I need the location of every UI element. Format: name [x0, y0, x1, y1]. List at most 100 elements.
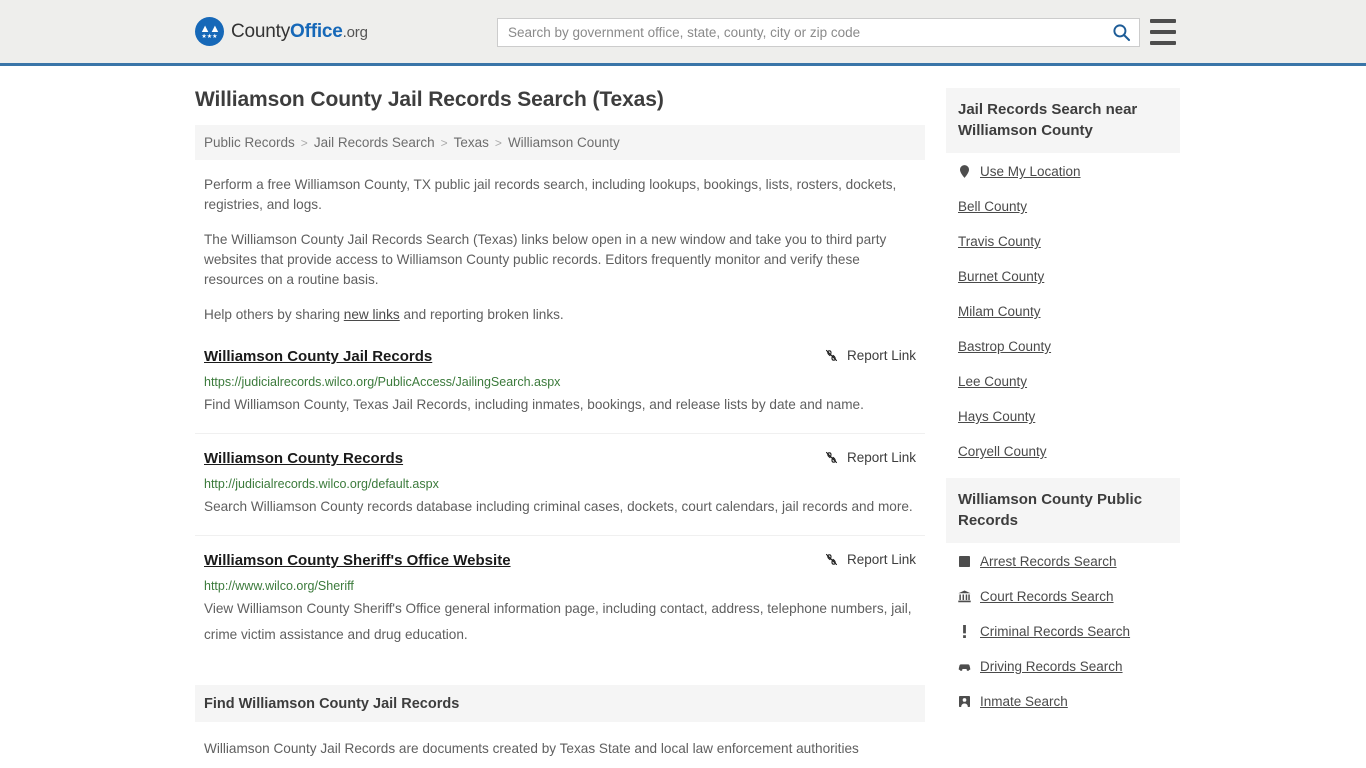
intro-paragraph-1: Perform a free Williamson County, TX pub…	[204, 177, 897, 212]
sidebar-link-label[interactable]: Criminal Records Search	[980, 623, 1130, 640]
intro-paragraph-2: The Williamson County Jail Records Searc…	[204, 232, 887, 287]
sidebar-panel-title: Jail Records Search near Williamson Coun…	[958, 101, 1138, 139]
result-description: View Williamson County Sheriff's Office …	[204, 601, 912, 642]
sidebar-panel-list: Arrest Records Search Court Records Sear…	[946, 543, 1180, 710]
sidebar-item-court-records-search[interactable]: Court Records Search	[958, 588, 1180, 605]
breadcrumb-item-jail-records-search[interactable]: Jail Records Search	[314, 135, 435, 150]
result-item: Williamson County Jail Records Report Li…	[195, 347, 925, 434]
broken-link-icon	[825, 451, 837, 464]
breadcrumb: Public Records > Jail Records Search > T…	[195, 125, 925, 160]
sidebar-link-label[interactable]: Bastrop County	[958, 338, 1051, 355]
car-icon	[958, 662, 971, 672]
sidebar-item-criminal-records-search[interactable]: Criminal Records Search	[958, 623, 1180, 640]
eagle-seal-icon: ▲▲ ★★★	[195, 17, 224, 46]
result-title-link[interactable]: Williamson County Records	[204, 449, 403, 469]
breadcrumb-separator-icon: >	[440, 135, 448, 150]
breadcrumb-item-public-records[interactable]: Public Records	[204, 135, 295, 150]
hamburger-menu-button[interactable]	[1150, 19, 1176, 45]
sidebar-panel-header: Williamson County Public Records	[946, 478, 1180, 543]
result-header: Williamson County Jail Records Report Li…	[204, 347, 916, 367]
find-records-body: Williamson County Jail Records are docum…	[204, 741, 859, 756]
hamburger-bar-icon	[1150, 41, 1176, 45]
exclamation-icon	[958, 625, 971, 638]
new-links-link[interactable]: new links	[344, 307, 400, 322]
results-list: Williamson County Jail Records Report Li…	[195, 347, 925, 663]
brand-part-county: County	[231, 20, 291, 42]
sidebar-item-coryell-county[interactable]: Coryell County	[958, 443, 1180, 460]
result-item: Williamson County Sheriff's Office Websi…	[195, 551, 925, 663]
sidebar-link-label[interactable]: Milam County	[958, 303, 1041, 320]
sidebar-link-label[interactable]: Travis County	[958, 233, 1041, 250]
search-button[interactable]	[1103, 19, 1139, 46]
page-container: Williamson County Jail Records Search (T…	[0, 66, 1366, 759]
report-link-label: Report Link	[846, 450, 916, 465]
result-url[interactable]: http://www.wilco.org/Sheriff	[204, 578, 916, 594]
search-icon	[1112, 24, 1130, 42]
broken-link-icon	[825, 553, 837, 566]
sidebar-link-label[interactable]: Bell County	[958, 198, 1027, 215]
result-title-link[interactable]: Williamson County Jail Records	[204, 347, 432, 367]
sidebar-item-bastrop-county[interactable]: Bastrop County	[958, 338, 1180, 355]
map-pin-icon	[958, 165, 971, 178]
sidebar-link-label[interactable]: Burnet County	[958, 268, 1044, 285]
sidebar-panel-public-records: Williamson County Public Records Arrest …	[946, 478, 1180, 710]
sidebar-item-lee-county[interactable]: Lee County	[958, 373, 1180, 390]
courthouse-icon	[958, 590, 971, 603]
result-description: Search Williamson County records databas…	[204, 499, 913, 514]
result-header: Williamson County Records Report Link	[204, 449, 916, 469]
page-title: Williamson County Jail Records Search (T…	[195, 88, 664, 111]
sidebar-link-label[interactable]: Inmate Search	[980, 693, 1068, 710]
result-url[interactable]: http://judicialrecords.wilco.org/default…	[204, 476, 916, 492]
sidebar-link-label[interactable]: Coryell County	[958, 443, 1047, 460]
sidebar-link-label[interactable]: Hays County	[958, 408, 1035, 425]
breadcrumb-item-texas[interactable]: Texas	[454, 135, 489, 150]
sidebar-item-use-my-location[interactable]: Use My Location	[958, 163, 1180, 180]
sidebar-link-label[interactable]: Arrest Records Search	[980, 553, 1117, 570]
report-link-button[interactable]: Report Link	[824, 552, 916, 567]
breadcrumb-item-williamson-county: Williamson County	[507, 135, 620, 150]
hamburger-bar-icon	[1150, 30, 1176, 34]
report-link-button[interactable]: Report Link	[824, 450, 916, 465]
sidebar-panel-title: Williamson County Public Records	[958, 491, 1143, 529]
sidebar-item-bell-county[interactable]: Bell County	[958, 198, 1180, 215]
sidebar-panel-header: Jail Records Search near Williamson Coun…	[946, 88, 1180, 153]
result-description: Find Williamson County, Texas Jail Recor…	[204, 397, 864, 412]
sidebar-item-hays-county[interactable]: Hays County	[958, 408, 1180, 425]
inmate-icon	[958, 696, 971, 707]
result-url[interactable]: https://judicialrecords.wilco.org/Public…	[204, 374, 916, 390]
sidebar-item-inmate-search[interactable]: Inmate Search	[958, 693, 1180, 710]
sidebar-item-driving-records-search[interactable]: Driving Records Search	[958, 658, 1180, 675]
result-header: Williamson County Sheriff's Office Websi…	[204, 551, 916, 571]
hamburger-bar-icon	[1150, 19, 1176, 23]
report-link-label: Report Link	[846, 348, 916, 363]
sidebar: Jail Records Search near Williamson Coun…	[946, 66, 1180, 728]
brand-wordmark: CountyOffice.org	[231, 21, 368, 43]
sidebar-panel-nearby-counties: Jail Records Search near Williamson Coun…	[946, 88, 1180, 460]
sidebar-link-label[interactable]: Use My Location	[980, 163, 1081, 180]
find-records-section-header: Find Williamson County Jail Records	[195, 685, 925, 722]
share-links-paragraph: Help others by sharing new links and rep…	[195, 305, 925, 325]
sidebar-item-milam-county[interactable]: Milam County	[958, 303, 1180, 320]
share-prefix-text: Help others by sharing	[204, 307, 344, 322]
report-link-label: Report Link	[846, 552, 916, 567]
square-icon	[958, 556, 971, 567]
site-logo[interactable]: ▲▲ ★★★ CountyOffice.org	[195, 17, 368, 46]
result-title-link[interactable]: Williamson County Sheriff's Office Websi…	[204, 551, 511, 571]
breadcrumb-separator-icon: >	[300, 135, 308, 150]
report-link-button[interactable]: Report Link	[824, 348, 916, 363]
find-records-heading: Find Williamson County Jail Records	[204, 695, 460, 712]
sidebar-link-label[interactable]: Lee County	[958, 373, 1027, 390]
search-input[interactable]	[498, 19, 1103, 46]
main-column: Williamson County Jail Records Search (T…	[195, 66, 925, 759]
sidebar-link-label[interactable]: Court Records Search	[980, 588, 1114, 605]
breadcrumb-separator-icon: >	[494, 135, 502, 150]
brand-part-org: .org	[342, 23, 368, 41]
result-item: Williamson County Records Report Link ht…	[195, 449, 925, 536]
sidebar-link-label[interactable]: Driving Records Search	[980, 658, 1123, 675]
brand-part-office: Office	[290, 20, 343, 42]
sidebar-panel-list: Use My Location Bell County Travis Count…	[946, 153, 1180, 460]
sidebar-item-travis-county[interactable]: Travis County	[958, 233, 1180, 250]
site-header: ▲▲ ★★★ CountyOffice.org	[0, 0, 1366, 66]
sidebar-item-arrest-records-search[interactable]: Arrest Records Search	[958, 553, 1180, 570]
sidebar-item-burnet-county[interactable]: Burnet County	[958, 268, 1180, 285]
